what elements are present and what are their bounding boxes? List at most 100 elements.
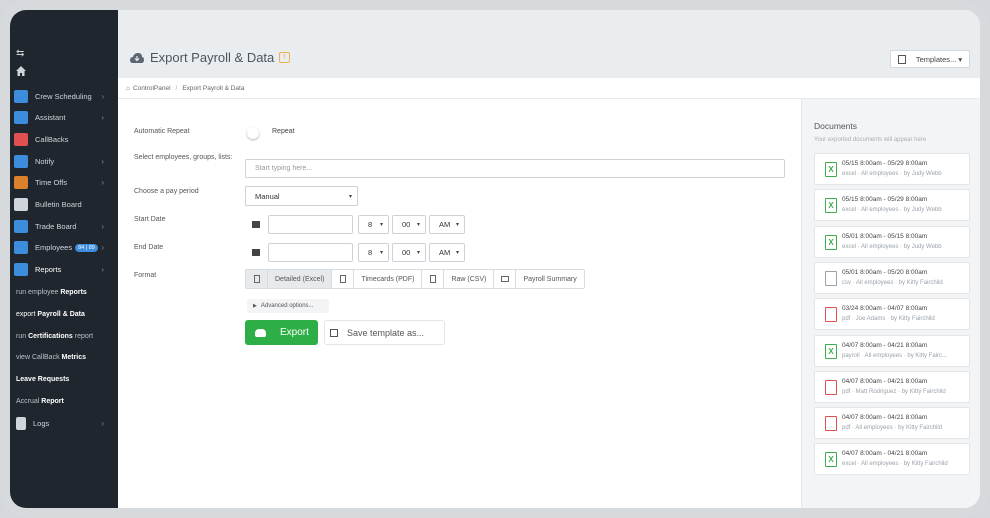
chevron-right-icon: › — [101, 178, 104, 188]
file-excel-icon: X — [825, 162, 837, 177]
document-range: 05/15 8:00am - 05/29 8:00am — [842, 196, 928, 204]
sidebar-item-notify[interactable]: Notify › — [10, 151, 118, 171]
document-meta: pdf · Matt Rodriguez · by Kitty Fairchil… — [842, 388, 946, 395]
calendar-icon[interactable] — [245, 243, 267, 262]
templates-button[interactable]: Templates... ▾ — [890, 50, 970, 68]
format-option-excel[interactable]: Detailed (Excel) — [246, 270, 333, 288]
start-date-label: Start Date — [134, 216, 166, 223]
chevron-down-icon: ▾ — [348, 193, 352, 200]
sidebar-item-crew-scheduling[interactable]: Crew Scheduling › — [10, 86, 118, 106]
copy-icon — [897, 54, 906, 64]
document-item[interactable]: X 05/15 8:00am - 05/29 8:00am excel · All … — [814, 153, 970, 185]
document-range: 03/24 8:00am - 04/07 8:00am — [842, 305, 928, 313]
end-minute-select[interactable]: 00 ▾ — [392, 243, 426, 262]
chevron-right-icon: › — [101, 113, 104, 123]
money-icon — [494, 270, 517, 288]
format-option-payroll-summary[interactable]: Payroll Summary — [494, 270, 584, 288]
end-date-input[interactable] — [268, 243, 353, 262]
sidebar-item-time-offs[interactable]: Time Offs › — [10, 173, 118, 193]
breadcrumb-home-icon[interactable]: ⌂ — [126, 85, 130, 92]
sidebar-item-bulletin-board[interactable]: Bulletin Board — [10, 195, 118, 215]
sidebar-subitem[interactable]: run Certifications report — [16, 333, 93, 340]
sidebar-item-trade-board[interactable]: Trade Board › — [10, 216, 118, 236]
format-options: Detailed (Excel) Timecards (PDF) Raw (CS… — [245, 269, 585, 289]
automatic-repeat-label: Automatic Repeat — [134, 128, 190, 135]
document-item[interactable]: 04/07 8:00am - 04/21 8:00am pdf · All emp… — [814, 407, 970, 440]
advanced-options-toggle[interactable]: ▶ Advanced options... — [247, 299, 329, 313]
breadcrumb-separator: / — [175, 84, 178, 92]
calendar-icon[interactable] — [245, 215, 267, 234]
sidebar-subitem[interactable]: export Payroll & Data — [16, 311, 85, 318]
breadcrumb-home[interactable]: ControlPanel — [133, 85, 171, 92]
repeat-toggle[interactable] — [247, 127, 259, 139]
document-item[interactable]: X 04/07 8:00am - 04/21 8:00am payroll · Al… — [814, 334, 970, 367]
document-item[interactable]: 03/24 8:00am - 04/07 8:00am pdf · Joe Ada… — [814, 298, 970, 331]
clipboard-icon — [14, 198, 28, 211]
save-template-button[interactable]: Save template as... — [324, 320, 445, 345]
format-option-raw-csv[interactable]: Raw (CSV) — [422, 270, 495, 288]
employees-count-badge: 84 | 89 — [75, 243, 98, 252]
pay-period-select[interactable]: Manual ▾ — [245, 186, 358, 206]
users-icon — [14, 241, 28, 255]
document-range: 04/07 8:00am - 04/21 8:00am — [842, 377, 928, 385]
page-header: Export Payroll & Data ! Templates... ▾ — [118, 10, 980, 78]
document-range: 04/07 8:00am - 04/21 8:00am — [842, 414, 928, 422]
breadcrumb-current: Export Payroll & Data — [182, 84, 245, 92]
documents-panel: Documents Your exported documents will a… — [801, 99, 980, 508]
document-item[interactable]: X 05/15 8:00am - 05/29 8:00am excel · All … — [814, 189, 970, 222]
cloud-download-icon — [255, 328, 266, 337]
file-excel-icon: X — [825, 343, 837, 359]
sidebar-item-logs[interactable]: Logs › — [10, 413, 118, 433]
document-meta: excel · All employees · by Judy Webb — [842, 171, 942, 177]
end-date-label: End Date — [134, 244, 164, 251]
document-range: 05/15 8:00am - 05/29 8:00am — [842, 160, 928, 167]
start-date-input[interactable] — [268, 215, 353, 234]
documents-subtitle: Your exported documents will appear here — [814, 137, 927, 143]
info-badge-icon[interactable]: ! — [279, 52, 291, 63]
save-icon — [330, 328, 338, 337]
document-item[interactable]: X 05/01 8:00am - 05/15 8:00am excel · All … — [814, 225, 970, 258]
format-option-timecards-pdf[interactable]: Timecards (PDF) — [332, 270, 423, 288]
sidebar-subitem[interactable]: run employee Reports — [16, 289, 87, 296]
phone-icon — [14, 132, 28, 146]
sidebar-subitem[interactable]: Accrual Report — [16, 398, 64, 405]
document-meta: excel · All employees · by Judy Webb — [842, 207, 942, 214]
document-item[interactable]: 04/07 8:00am - 04/21 8:00am pdf · Matt Ro… — [814, 370, 970, 403]
file-excel-icon — [246, 270, 268, 288]
sidebar-item-employees[interactable]: Employees 84 | 89 › — [10, 238, 118, 258]
robot-icon — [14, 111, 28, 125]
file-excel-icon: X — [825, 198, 837, 214]
document-meta: excel · All employees · by Kitty Fairchi… — [842, 461, 948, 468]
sidebar-item-reports[interactable]: Reports › — [10, 260, 118, 280]
sidebar-subitem[interactable]: Leave Requests — [16, 376, 69, 383]
home-icon[interactable] — [16, 66, 26, 76]
collapse-toggle-icon[interactable]: ⇆ — [16, 48, 24, 59]
shuffle-icon — [14, 219, 28, 233]
pay-period-label: Choose a pay period — [134, 188, 199, 195]
end-hour-select[interactable]: 8 ▾ — [358, 243, 389, 262]
sidebar-item-callbacks[interactable]: CallBacks — [10, 129, 118, 149]
file-csv-icon — [825, 270, 837, 286]
chevron-right-icon: › — [101, 91, 104, 101]
export-button[interactable]: Export — [245, 320, 318, 345]
chevron-right-icon: › — [101, 265, 104, 275]
breadcrumb: ⌂ ControlPanel / Export Payroll & Data — [118, 78, 980, 99]
file-excel-icon: X — [825, 234, 837, 250]
start-ampm-select[interactable]: AM ▾ — [429, 215, 465, 234]
caret-right-icon: ▶ — [253, 303, 257, 309]
device-frame: ⇆ Crew Scheduling › Assistant › CallBacks Not… — [0, 0, 990, 518]
employee-search-input[interactable]: Start typing here... — [245, 159, 785, 178]
sidebar-subitem[interactable]: view CallBack Metrics — [16, 354, 86, 361]
document-item[interactable]: X 04/07 8:00am - 04/21 8:00am excel · All … — [814, 443, 970, 476]
file-csv-icon — [422, 270, 445, 288]
start-minute-select[interactable]: 00 ▾ — [392, 215, 426, 234]
end-ampm-select[interactable]: AM ▾ — [429, 243, 465, 262]
sidebar-item-assistant[interactable]: Assistant › — [10, 108, 118, 128]
file-pdf-icon — [825, 379, 837, 395]
sidebar: ⇆ Crew Scheduling › Assistant › CallBacks Not… — [10, 10, 118, 508]
chevron-right-icon: › — [101, 156, 104, 166]
document-item[interactable]: 05/01 8:00am - 05/20 8:00am csv · All emp… — [814, 261, 970, 294]
repeat-label: Repeat — [272, 128, 295, 135]
file-pdf-icon — [332, 270, 355, 288]
start-hour-select[interactable]: 8 ▾ — [358, 215, 389, 234]
